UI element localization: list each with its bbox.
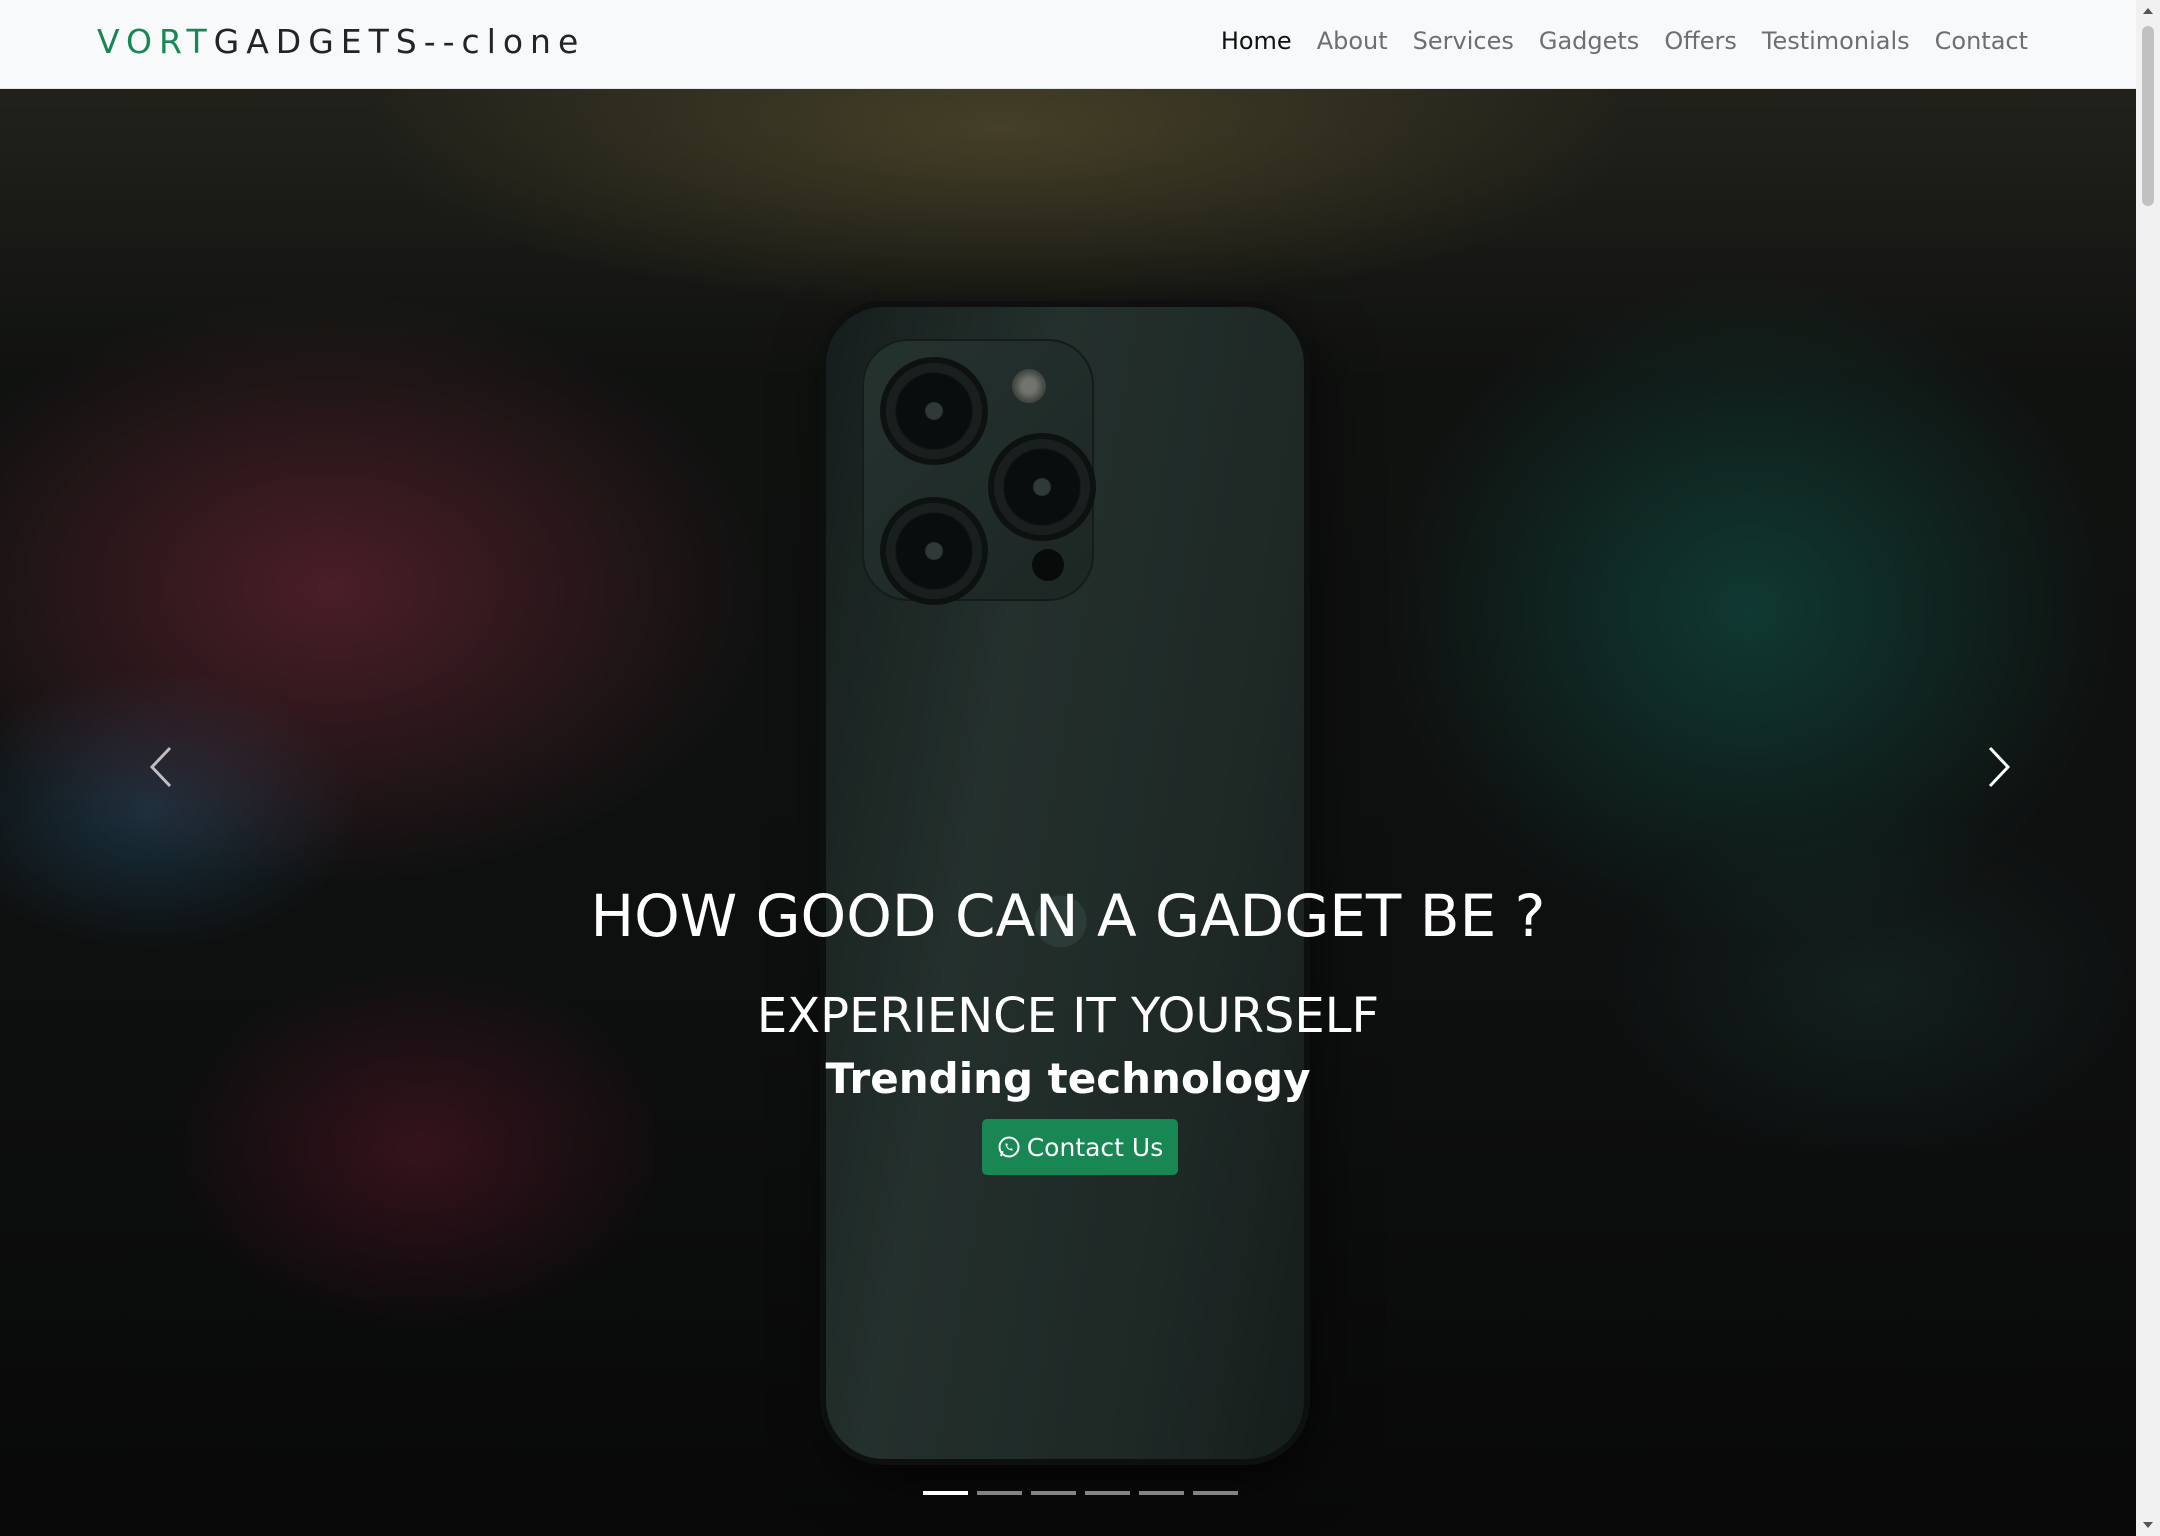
nav-item-about[interactable]: About <box>1317 27 1388 55</box>
brand-logo[interactable]: VORTGADGETS--clone <box>97 22 585 61</box>
brand-accent-text: VORT <box>97 22 214 61</box>
hero-headline: HOW GOOD CAN A GADGET BE ? <box>590 882 1546 950</box>
brand-rest-text: GADGETS--clone <box>213 22 586 61</box>
contact-us-button[interactable]: Contact Us <box>982 1119 1178 1175</box>
nav-item-gadgets[interactable]: Gadgets <box>1539 27 1639 55</box>
carousel-indicator[interactable] <box>1085 1491 1130 1495</box>
scrollbar-thumb[interactable] <box>2142 26 2154 206</box>
scroll-down-arrow-icon[interactable] <box>2143 1522 2153 1528</box>
chevron-right-icon <box>1988 746 2011 788</box>
carousel-indicator[interactable] <box>923 1491 968 1495</box>
carousel-indicators <box>923 1491 1238 1495</box>
whatsapp-icon <box>998 1136 1020 1158</box>
hero-overlay <box>0 89 2136 1536</box>
nav-item-contact[interactable]: Contact <box>1935 27 2028 55</box>
nav-item-home[interactable]: Home <box>1221 27 1292 55</box>
carousel-indicator[interactable] <box>1193 1491 1238 1495</box>
carousel-indicator[interactable] <box>1031 1491 1076 1495</box>
hero-carousel: ● <box>0 89 2136 1536</box>
hero-subline: EXPERIENCE IT YOURSELF <box>756 988 1380 1044</box>
nav-item-services[interactable]: Services <box>1413 27 1514 55</box>
chevron-left-icon <box>149 746 172 788</box>
nav-item-offers[interactable]: Offers <box>1664 27 1737 55</box>
carousel-prev-button[interactable] <box>142 742 182 792</box>
carousel-next-button[interactable] <box>1978 742 2018 792</box>
carousel-indicator[interactable] <box>1139 1491 1184 1495</box>
navbar: VORTGADGETS--clone Home About Services G… <box>0 0 2136 89</box>
contact-us-label: Contact Us <box>1026 1132 1164 1162</box>
carousel-indicator[interactable] <box>977 1491 1022 1495</box>
hero-tagline: Trending technology <box>825 1054 1311 1103</box>
scroll-up-arrow-icon[interactable] <box>2143 8 2153 14</box>
nav-links: Home About Services Gadgets Offers Testi… <box>1221 27 2028 55</box>
page-scrollbar[interactable] <box>2136 0 2160 1536</box>
nav-item-testimonials[interactable]: Testimonials <box>1762 27 1910 55</box>
